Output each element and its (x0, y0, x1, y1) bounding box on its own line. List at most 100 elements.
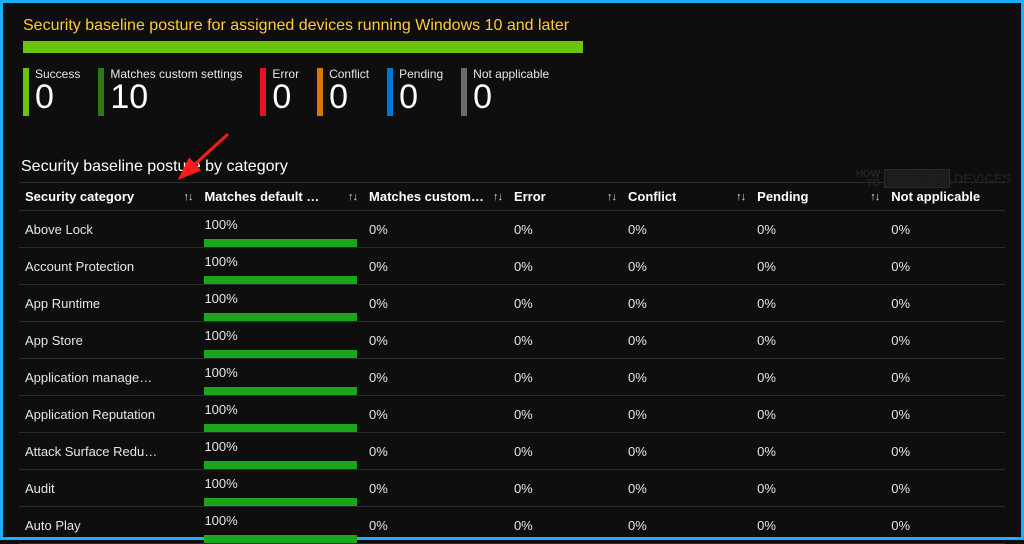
cell-not-applicable: 0% (885, 248, 1005, 285)
cell-pending: 0% (751, 211, 885, 248)
col-header-not-applicable[interactable]: Not applicable (885, 183, 1005, 211)
cell-not-applicable: 0% (885, 285, 1005, 322)
cell-category: Application Reputation (19, 396, 198, 433)
cell-matches-custom: 0% (363, 433, 508, 470)
cell-conflict: 0% (622, 285, 751, 322)
table-row[interactable]: Attack Surface Redu…100%0%0%0%0%0% (19, 433, 1005, 470)
cell-category: Attack Surface Redu… (19, 433, 198, 470)
cell-not-applicable: 0% (885, 322, 1005, 359)
cell-pending: 0% (751, 359, 885, 396)
card-stripe (260, 68, 266, 116)
cell-category: App Runtime (19, 285, 198, 322)
card-stripe (387, 68, 393, 116)
title-progress-bar (23, 41, 583, 53)
cell-not-applicable: 0% (885, 433, 1005, 470)
cell-pending: 0% (751, 507, 885, 544)
cell-matches-custom: 0% (363, 211, 508, 248)
cell-matches-default: 100% (198, 507, 363, 544)
card-stripe (23, 68, 29, 116)
posture-table: Security category↑↓ Matches default …↑↓ … (19, 182, 1005, 544)
cell-pending: 0% (751, 396, 885, 433)
table-row[interactable]: Application manage…100%0%0%0%0%0% (19, 359, 1005, 396)
sort-icon[interactable]: ↑↓ (607, 191, 616, 203)
col-header-conflict[interactable]: Conflict↑↓ (622, 183, 751, 211)
summary-cards: Success0 Matches custom settings10 Error0 C… (23, 67, 1005, 116)
cell-matches-default: 100% (198, 211, 363, 248)
summary-card[interactable]: Not applicable0 (461, 67, 549, 116)
cell-pending: 0% (751, 322, 885, 359)
table-row[interactable]: Application Reputation100%0%0%0%0%0% (19, 396, 1005, 433)
table-row[interactable]: Account Protection100%0%0%0%0%0% (19, 248, 1005, 285)
cell-conflict: 0% (622, 507, 751, 544)
summary-card[interactable]: Success0 (23, 67, 80, 116)
sort-icon[interactable]: ↑↓ (348, 191, 357, 203)
col-header-category[interactable]: Security category↑↓ (19, 183, 198, 211)
summary-card[interactable]: Conflict0 (317, 67, 369, 116)
card-stripe (461, 68, 467, 116)
cell-matches-default: 100% (198, 285, 363, 322)
cell-matches-custom: 0% (363, 396, 508, 433)
table-row[interactable]: Above Lock100%0%0%0%0%0% (19, 211, 1005, 248)
cell-pending: 0% (751, 285, 885, 322)
cell-conflict: 0% (622, 359, 751, 396)
card-value: 0 (399, 79, 443, 116)
cell-error: 0% (508, 359, 622, 396)
cell-not-applicable: 0% (885, 396, 1005, 433)
cell-matches-default: 100% (198, 322, 363, 359)
sort-icon[interactable]: ↑↓ (736, 191, 745, 203)
card-value: 10 (110, 79, 242, 116)
table-row[interactable]: Auto Play100%0%0%0%0%0% (19, 507, 1005, 544)
cell-pending: 0% (751, 433, 885, 470)
cell-conflict: 0% (622, 396, 751, 433)
cell-matches-default: 100% (198, 433, 363, 470)
cell-matches-custom: 0% (363, 470, 508, 507)
summary-card[interactable]: Pending0 (387, 67, 443, 116)
table-row[interactable]: App Store100%0%0%0%0%0% (19, 322, 1005, 359)
col-header-pending[interactable]: Pending↑↓ (751, 183, 885, 211)
cell-matches-default: 100% (198, 359, 363, 396)
cell-category: Application manage… (19, 359, 198, 396)
cell-not-applicable: 0% (885, 211, 1005, 248)
cell-category: Auto Play (19, 507, 198, 544)
col-header-matches-default[interactable]: Matches default …↑↓ (198, 183, 363, 211)
sort-icon[interactable]: ↑↓ (183, 191, 192, 203)
cell-matches-custom: 0% (363, 285, 508, 322)
cell-error: 0% (508, 285, 622, 322)
cell-matches-default: 100% (198, 396, 363, 433)
table-row[interactable]: App Runtime100%0%0%0%0%0% (19, 285, 1005, 322)
cell-error: 0% (508, 396, 622, 433)
table-row[interactable]: Audit100%0%0%0%0%0% (19, 470, 1005, 507)
card-stripe (98, 68, 104, 116)
cell-category: App Store (19, 322, 198, 359)
sort-icon[interactable]: ↑↓ (870, 191, 879, 203)
cell-conflict: 0% (622, 470, 751, 507)
card-value: 0 (329, 79, 369, 116)
cell-conflict: 0% (622, 433, 751, 470)
cell-error: 0% (508, 211, 622, 248)
card-stripe (317, 68, 323, 116)
summary-card[interactable]: Error0 (260, 67, 299, 116)
cell-conflict: 0% (622, 248, 751, 285)
cell-matches-default: 100% (198, 470, 363, 507)
cell-matches-custom: 0% (363, 322, 508, 359)
cell-not-applicable: 0% (885, 470, 1005, 507)
col-header-error[interactable]: Error↑↓ (508, 183, 622, 211)
summary-card[interactable]: Matches custom settings10 (98, 67, 242, 116)
sort-icon[interactable]: ↑↓ (493, 191, 502, 203)
cell-matches-custom: 0% (363, 507, 508, 544)
cell-error: 0% (508, 507, 622, 544)
cell-error: 0% (508, 248, 622, 285)
cell-category: Account Protection (19, 248, 198, 285)
cell-category: Above Lock (19, 211, 198, 248)
cell-matches-custom: 0% (363, 248, 508, 285)
cell-not-applicable: 0% (885, 359, 1005, 396)
cell-pending: 0% (751, 248, 885, 285)
card-value: 0 (35, 79, 80, 116)
cell-matches-custom: 0% (363, 359, 508, 396)
card-value: 0 (272, 79, 299, 116)
cell-not-applicable: 0% (885, 507, 1005, 544)
cell-matches-default: 100% (198, 248, 363, 285)
col-header-matches-custom[interactable]: Matches custom…↑↓ (363, 183, 508, 211)
page-title: Security baseline posture for assigned d… (23, 17, 1005, 35)
card-value: 0 (473, 79, 549, 116)
